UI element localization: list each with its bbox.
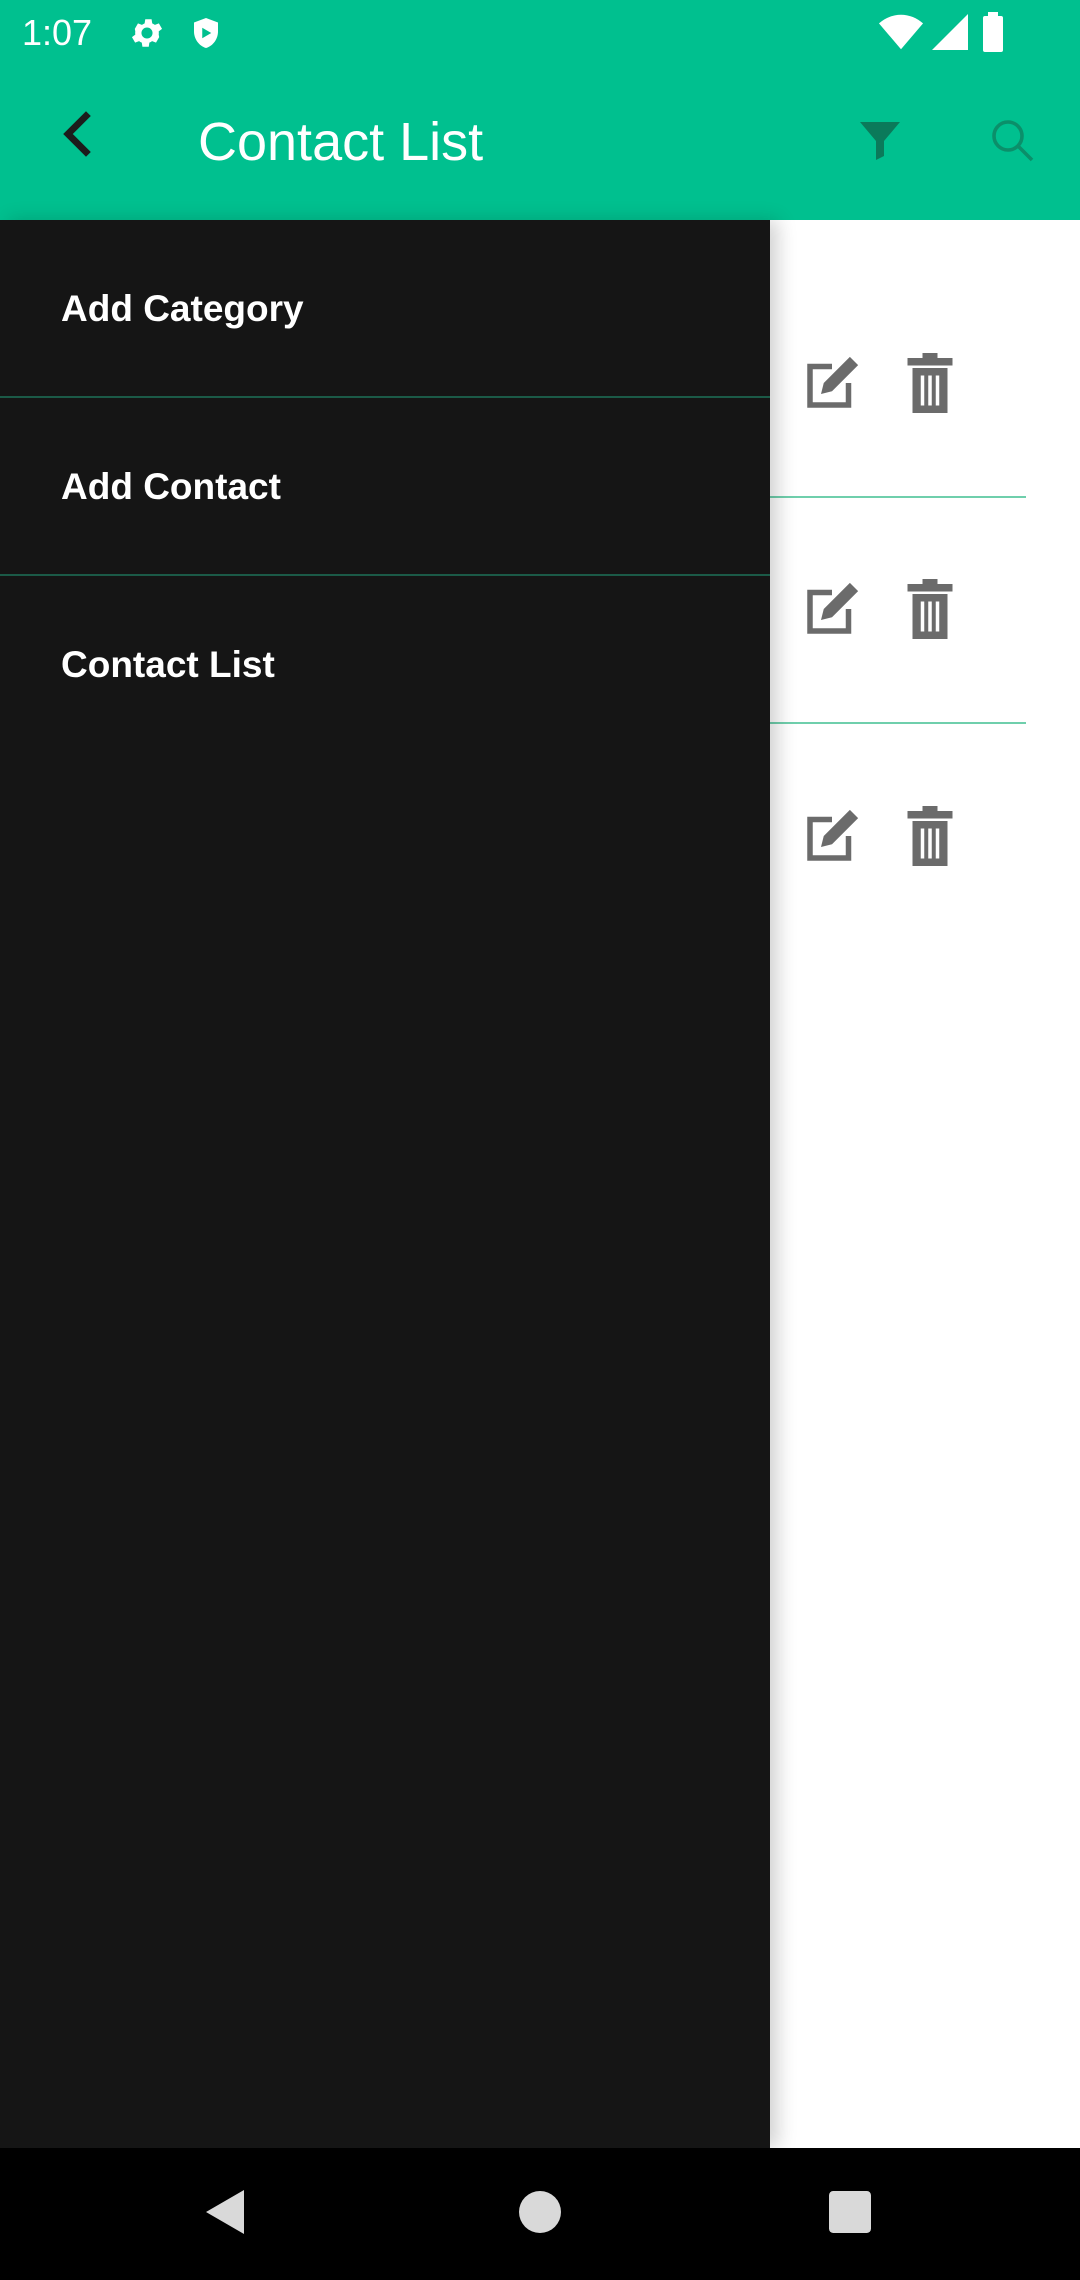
search-button[interactable] bbox=[976, 106, 1048, 178]
system-nav-bar bbox=[0, 2148, 1080, 2280]
card-actions bbox=[800, 500, 962, 722]
card-actions bbox=[800, 726, 962, 950]
navigation-drawer: Add Category Add Contact Contact List bbox=[0, 220, 770, 2148]
delete-button[interactable] bbox=[898, 350, 962, 420]
edit-button[interactable] bbox=[800, 576, 864, 646]
recents-square-icon bbox=[829, 2190, 871, 2238]
edit-icon bbox=[799, 576, 865, 647]
search-icon bbox=[988, 116, 1036, 169]
delete-icon bbox=[905, 578, 955, 645]
drawer-item-label: Contact List bbox=[61, 644, 275, 685]
drawer-item-add-category[interactable]: Add Category bbox=[0, 220, 770, 398]
edit-icon bbox=[799, 350, 865, 421]
filter-icon bbox=[856, 116, 904, 169]
battery-icon bbox=[982, 12, 1004, 57]
delete-icon bbox=[905, 805, 955, 872]
back-triangle-icon bbox=[204, 2188, 248, 2241]
page-title: Contact List bbox=[198, 112, 484, 172]
edit-button[interactable] bbox=[800, 803, 864, 873]
nav-back-button[interactable] bbox=[190, 2178, 262, 2250]
delete-icon bbox=[905, 352, 955, 419]
delete-button[interactable] bbox=[898, 576, 962, 646]
nav-recents-button[interactable] bbox=[814, 2178, 886, 2250]
back-button[interactable] bbox=[40, 100, 112, 172]
status-bar: 1:07 bbox=[0, 0, 1080, 66]
nav-home-button[interactable] bbox=[504, 2178, 576, 2250]
screen: 1:07 Contact List Add Category Add Conta… bbox=[0, 0, 1080, 2280]
home-circle-icon bbox=[519, 2190, 561, 2238]
settings-icon bbox=[128, 14, 166, 57]
back-arrow-icon bbox=[56, 110, 96, 163]
wifi-icon bbox=[878, 12, 924, 57]
filter-button[interactable] bbox=[844, 106, 916, 178]
drawer-item-label: Add Category bbox=[61, 288, 304, 329]
status-time: 1:07 bbox=[22, 12, 93, 53]
signal-icon bbox=[930, 12, 970, 57]
card-actions bbox=[800, 274, 962, 496]
edit-button[interactable] bbox=[800, 350, 864, 420]
drawer-item-label: Add Contact bbox=[61, 466, 281, 507]
shield-icon bbox=[188, 14, 224, 57]
app-bar: Contact List bbox=[0, 66, 1080, 220]
drawer-item-contact-list[interactable]: Contact List bbox=[0, 576, 770, 754]
delete-button[interactable] bbox=[898, 803, 962, 873]
drawer-item-add-contact[interactable]: Add Contact bbox=[0, 398, 770, 576]
edit-icon bbox=[799, 803, 865, 874]
